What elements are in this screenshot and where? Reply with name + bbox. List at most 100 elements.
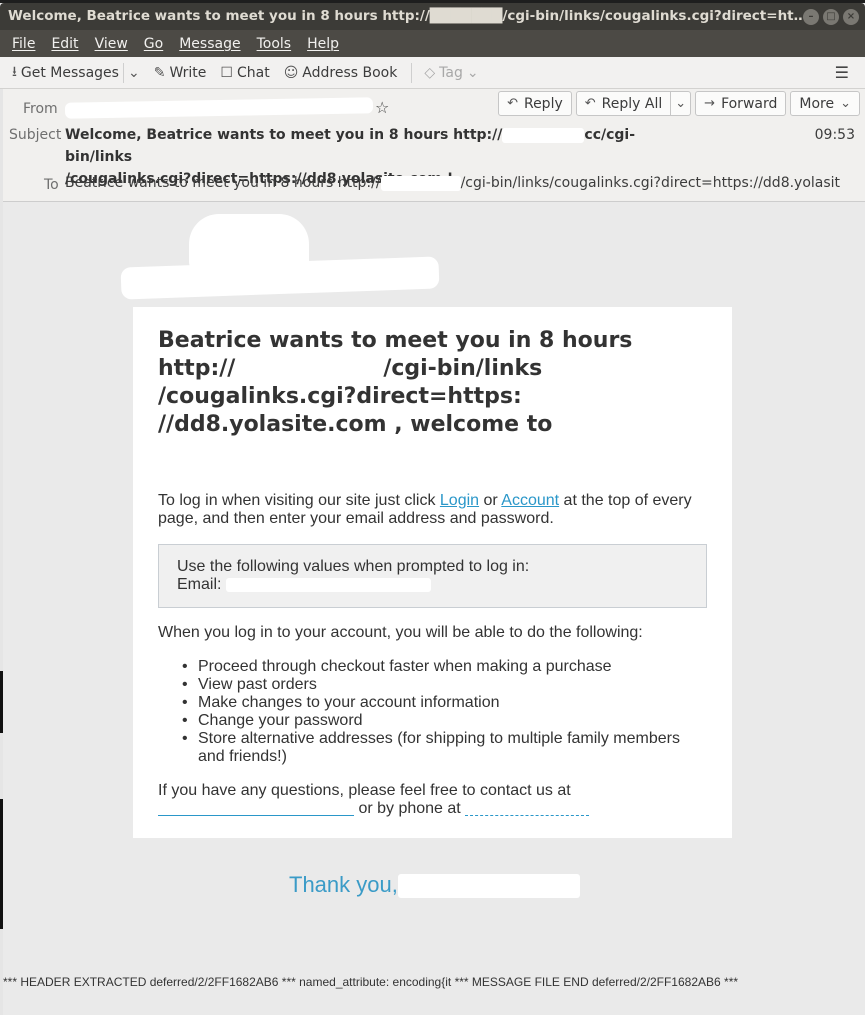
heading-text: http:// [158, 356, 236, 381]
menu-tools[interactable]: Tools [257, 36, 292, 52]
message-body: Beatrice wants to meet you in 8 hours ht… [3, 202, 865, 1015]
toolbar-divider [411, 62, 413, 83]
menu-view[interactable]: View [95, 36, 128, 52]
login-link[interactable]: Login [440, 492, 479, 509]
get-messages-label: Get Messages [20, 64, 119, 81]
heading-text: Beatrice wants to meet you in 8 hours [158, 328, 633, 353]
to-label: To [44, 177, 59, 193]
thunderbird-message-window: Welcome, Beatrice wants to meet you in 8… [0, 0, 865, 1015]
star-icon[interactable]: ☆ [375, 98, 389, 117]
email-label: Email: [177, 576, 226, 593]
redacted-site-name [158, 448, 358, 458]
get-messages-dropdown[interactable]: ⌄ [128, 65, 140, 81]
reply-all-split: ↶ Reply All ⌄ [575, 91, 692, 116]
list-item: Store alternative addresses (for shippin… [178, 730, 698, 766]
credentials-email: Email: [177, 576, 688, 594]
credentials-box: Use the following values when prompted t… [158, 544, 707, 608]
menu-bar: File Edit View Go Message Tools Help [0, 30, 865, 57]
reply-icon: ↶ [507, 96, 518, 111]
list-item: Proceed through checkout faster when mak… [178, 658, 698, 676]
to-text: Beatrice wants to meet you in 8 hours ht… [65, 175, 381, 191]
reply-all-dropdown[interactable]: ⌄ [670, 91, 692, 116]
contact-phone-link[interactable] [465, 801, 590, 816]
body-text: or [479, 492, 502, 509]
chevron-down-icon: ⌄ [127, 64, 140, 81]
title-bar: Welcome, Beatrice wants to meet you in 8… [0, 3, 865, 30]
from-value-redacted [64, 97, 374, 119]
contact-email-link[interactable] [158, 801, 354, 816]
download-icon: ⭳ [12, 63, 17, 80]
tag-icon: ◇ [424, 64, 436, 81]
menu-help[interactable]: Help [307, 36, 339, 52]
chat-bubble-icon: ☐ [220, 64, 233, 81]
thank-you-signoff: Thank you, [289, 872, 580, 899]
menu-message[interactable]: Message [179, 36, 240, 52]
redacted-domain [502, 127, 585, 143]
forward-label: Forward [721, 95, 778, 112]
benefits-list: Proceed through checkout faster when mak… [178, 658, 698, 766]
get-messages-button[interactable]: ⭳ Get Messages [12, 61, 119, 85]
main-toolbar: ⭳ Get Messages ⌄ ✎ Write ☐ Chat ☺ Addres… [0, 57, 865, 89]
credentials-intro: Use the following values when prompted t… [177, 558, 530, 575]
to-value: Beatrice wants to meet you in 8 hours ht… [65, 175, 855, 191]
chevron-down-icon: ⌄ [675, 96, 687, 111]
list-item: Change your password [178, 712, 698, 730]
subject-label: Subject [9, 127, 62, 143]
window-controls: – □ × [803, 9, 859, 25]
redacted-site-name [397, 874, 580, 899]
heading-text: /cougalinks.cgi?direct=https: [158, 384, 522, 409]
chat-label: Chat [236, 64, 270, 81]
login-instructions: To log in when visiting our site just cl… [158, 492, 708, 528]
toolbar-divider [122, 62, 124, 83]
reply-all-label: Reply All [601, 95, 663, 112]
more-button[interactable]: More ⌄ [790, 91, 860, 116]
reply-all-icon: ↶ [584, 96, 596, 111]
body-text: If you have any questions, please feel f… [158, 782, 571, 799]
menu-edit[interactable]: Edit [51, 36, 78, 52]
subject-text: Welcome, Beatrice wants to meet you in 8… [65, 127, 503, 143]
reply-label: Reply [523, 95, 563, 112]
redacted-domain [380, 175, 461, 191]
more-label: More [799, 95, 835, 112]
message-actions: ↶ Reply ↶ Reply All ⌄ → Forward More ⌄ [498, 91, 860, 116]
list-item: View past orders [178, 676, 698, 694]
email-heading: Beatrice wants to meet you in 8 hours ht… [158, 327, 638, 467]
pencil-icon: ✎ [153, 64, 166, 81]
maximize-button[interactable]: □ [823, 9, 839, 25]
reply-button[interactable]: ↶ Reply [498, 91, 572, 116]
account-link[interactable]: Account [501, 492, 559, 509]
window-title: Welcome, Beatrice wants to meet you in 8… [8, 8, 813, 24]
message-header: From ☆ ↶ Reply ↶ Reply All ⌄ → Forward M… [3, 89, 865, 202]
close-button[interactable]: × [843, 9, 859, 25]
email-card: Beatrice wants to meet you in 8 hours ht… [133, 307, 732, 838]
chevron-down-icon: ⌄ [840, 96, 851, 111]
address-book-label: Address Book [302, 64, 398, 81]
forward-icon: → [704, 96, 716, 111]
address-book-button[interactable]: ☺ Address Book [284, 65, 398, 81]
forward-button[interactable]: → Forward [695, 91, 787, 116]
app-menu-icon[interactable]: ☰ [835, 63, 849, 82]
contact-icon: ☺ [283, 64, 299, 81]
write-label: Write [169, 64, 207, 81]
redacted-logo [120, 256, 440, 300]
chat-button[interactable]: ☐ Chat [220, 65, 269, 81]
contact-paragraph: If you have any questions, please feel f… [158, 782, 708, 818]
heading-text: /cgi-bin/links [383, 356, 543, 381]
write-button[interactable]: ✎ Write [154, 65, 207, 81]
redacted-email [225, 577, 431, 592]
redacted-domain [235, 359, 384, 379]
body-text: To log in when visiting our site just cl… [158, 492, 440, 509]
thanks-text: Thank you, [289, 872, 398, 897]
reply-all-button[interactable]: ↶ Reply All [575, 91, 672, 116]
menu-file[interactable]: File [12, 36, 35, 52]
minimize-button[interactable]: – [803, 9, 819, 25]
list-item: Make changes to your account information [178, 694, 698, 712]
from-label: From [23, 101, 58, 117]
tag-button[interactable]: ◇ Tag ⌄ [424, 65, 478, 81]
benefits-intro: When you log in to your account, you wil… [158, 624, 643, 641]
to-text: /cgi-bin/links/cougalinks.cgi?direct=htt… [460, 175, 841, 191]
message-time: 09:53 [814, 127, 855, 143]
chevron-down-icon: ⌄ [466, 64, 479, 81]
tag-label: Tag [439, 64, 463, 81]
menu-go[interactable]: Go [144, 36, 163, 52]
